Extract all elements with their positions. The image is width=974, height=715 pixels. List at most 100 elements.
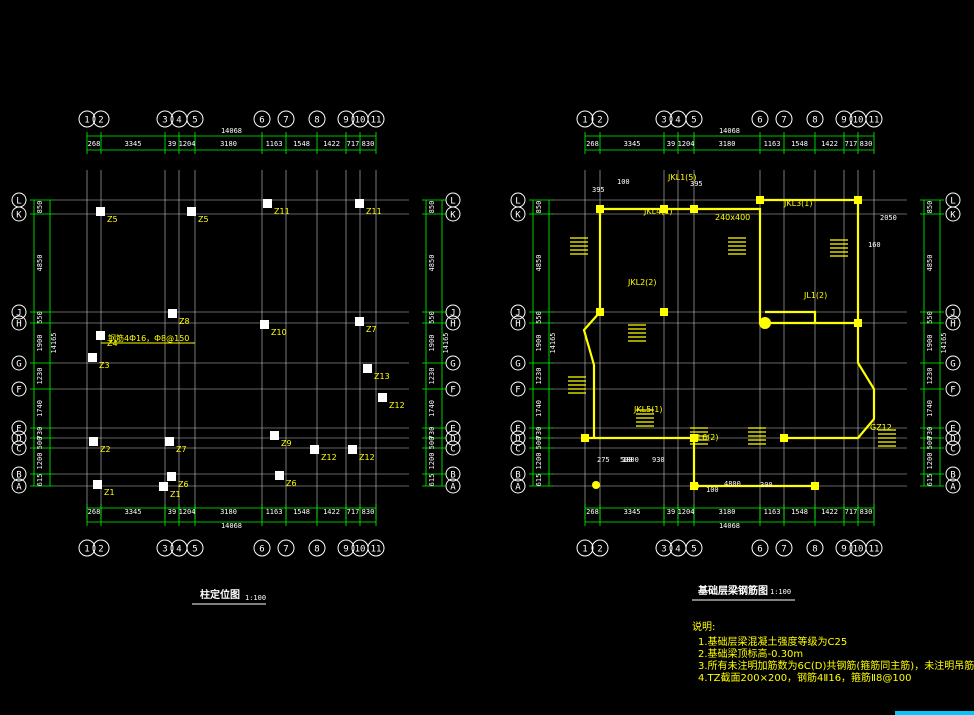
column-round — [592, 481, 600, 489]
foundation-beam — [815, 323, 876, 440]
column-marker — [348, 445, 357, 454]
bottom-right-highlight — [895, 711, 974, 715]
axis-label-F: F — [16, 386, 21, 396]
dimension-text: 1740 — [535, 400, 543, 417]
dimension-text: 1230 — [36, 368, 44, 385]
dimension-text: 1548 — [791, 508, 808, 516]
axis-label-B: B — [515, 471, 520, 481]
column-marker — [355, 199, 364, 208]
dimension-text: 615 — [926, 474, 934, 487]
axis-label-4: 4 — [176, 545, 181, 555]
dimension-text: 830 — [362, 140, 375, 148]
total-width-text: 14068 — [719, 127, 740, 135]
left-plan-scale: 1:100 — [245, 594, 266, 602]
axis-label-9: 9 — [841, 116, 846, 126]
column-block — [854, 196, 862, 204]
dimension-text: 39 — [168, 508, 176, 516]
column-marker — [96, 331, 105, 340]
dimension-text: 1163 — [266, 508, 283, 516]
axis-label-4: 4 — [176, 116, 181, 126]
column-block — [690, 205, 698, 213]
dimension-text: 4850 — [36, 255, 44, 272]
axis-label-3: 3 — [162, 545, 167, 555]
dimension-text: 39 — [667, 508, 675, 516]
axis-label-D: D — [450, 435, 455, 445]
column-marker — [93, 480, 102, 489]
column-marker — [310, 445, 319, 454]
column-marker — [165, 437, 174, 446]
total-height-text: 14165 — [442, 332, 450, 353]
beam-label: JKL2(2) — [627, 278, 656, 287]
axis-label-F: F — [450, 386, 455, 396]
axis-label-K: K — [515, 211, 521, 221]
plan-dimension: 100 — [617, 178, 630, 186]
total-width-text: 14068 — [221, 127, 242, 135]
dimension-text: 1740 — [926, 400, 934, 417]
column-block — [596, 308, 604, 316]
total-width-text: 14068 — [221, 522, 242, 530]
column-label: Z1 — [104, 488, 115, 497]
dimension-text: 1900 — [535, 335, 543, 352]
beam-label: 240x400 — [715, 213, 750, 222]
dimension-text: 615 — [428, 474, 436, 487]
axis-label-E: E — [515, 425, 520, 435]
dimension-text: 3180 — [719, 508, 736, 516]
column-label: Z13 — [374, 372, 390, 381]
column-label: Z9 — [281, 439, 292, 448]
axis-label-8: 8 — [812, 116, 817, 126]
dimension-text: 1230 — [428, 368, 436, 385]
axis-label-5: 5 — [192, 116, 197, 126]
dimension-text: 550 — [428, 311, 436, 324]
dimension-text: 1900 — [926, 335, 934, 352]
axis-label-6: 6 — [259, 545, 264, 555]
axis-label-6: 6 — [259, 116, 264, 126]
notes-heading: 说明: — [692, 620, 715, 633]
dimension-text: 1230 — [535, 368, 543, 385]
rebar-note: 钢筋4Ф16，Ф8@150 — [108, 333, 189, 343]
column-marker — [363, 364, 372, 373]
note-4: 4.TZ截面200×200，钢筋4Ⅱ16，箍筋Ⅱ8@100 — [698, 671, 911, 684]
dimension-text: 268 — [586, 140, 599, 148]
dimension-text: 1163 — [764, 140, 781, 148]
column-label: Z10 — [271, 328, 287, 337]
dimension-text: 717 — [347, 140, 360, 148]
dimension-text: 1200 — [926, 453, 934, 470]
note-1: 1.基础层梁混凝土强度等级为C25 — [698, 635, 847, 648]
dimension-text: 4850 — [926, 255, 934, 272]
right-plan-scale: 1:100 — [770, 588, 791, 596]
axis-label-6: 6 — [757, 116, 762, 126]
dimension-text: 850 — [36, 201, 44, 214]
column-label: Z8 — [179, 317, 190, 326]
dimension-text: 717 — [347, 508, 360, 516]
axis-label-2: 2 — [597, 116, 602, 126]
plan-dimension: 500 — [620, 456, 633, 464]
axis-label-H: H — [450, 320, 455, 330]
dimension-text: 1422 — [821, 140, 838, 148]
column-label: Z7 — [176, 445, 187, 454]
axis-label-B: B — [450, 471, 455, 481]
dimension-text: 550 — [926, 311, 934, 324]
axis-label-E: E — [450, 425, 455, 435]
dimension-text: 1548 — [293, 140, 310, 148]
column-label: Z5 — [107, 215, 118, 224]
dimension-text: 1740 — [428, 400, 436, 417]
axis-label-C: C — [450, 445, 455, 455]
total-height-text: 14165 — [549, 332, 557, 353]
total-height-text: 14165 — [940, 332, 948, 353]
column-marker — [167, 472, 176, 481]
axis-label-L: L — [16, 197, 21, 207]
dimension-text: 4850 — [428, 255, 436, 272]
axis-label-7: 7 — [283, 116, 288, 126]
dimension-text: 3180 — [719, 140, 736, 148]
axis-label-J: J — [515, 309, 520, 319]
axis-label-G: G — [16, 360, 21, 370]
plan-dimension: 395 — [592, 186, 605, 194]
dimension-text: 550 — [36, 311, 44, 324]
foundation-beam — [765, 310, 817, 323]
axis-label-B: B — [950, 471, 955, 481]
column-block — [660, 308, 668, 316]
column-label: Z11 — [366, 207, 382, 216]
dimension-text: 615 — [535, 474, 543, 487]
dimension-text: 850 — [535, 201, 543, 214]
dimension-text: 4850 — [535, 255, 543, 272]
